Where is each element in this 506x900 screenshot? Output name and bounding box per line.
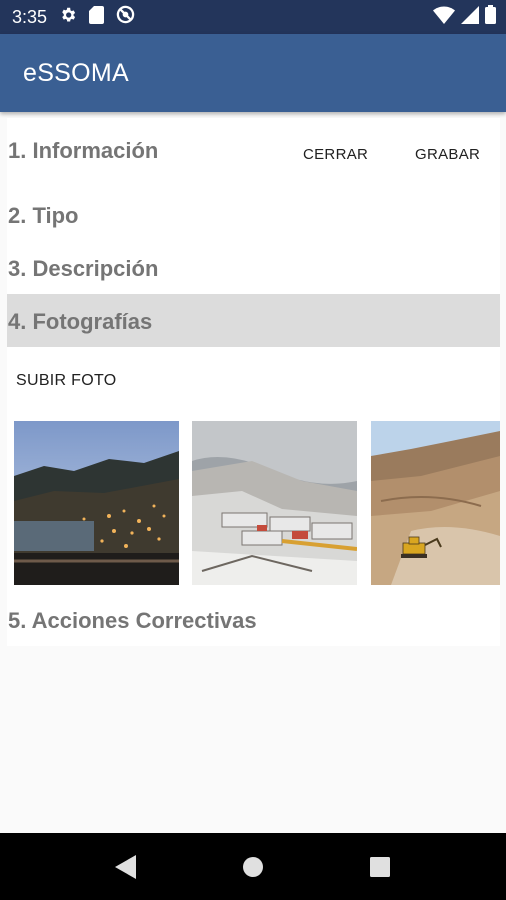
battery-icon [485, 5, 496, 29]
snowy-camp-photo[interactable] [192, 421, 357, 585]
status-bar: 3:35 [0, 0, 506, 34]
back-icon[interactable] [96, 833, 156, 900]
status-time: 3:35 [12, 6, 48, 27]
status-icons-left [59, 5, 135, 29]
step-tipo[interactable]: 2. Tipo [8, 203, 79, 229]
app-title: eSSOMA [23, 58, 129, 87]
signal-icon [461, 5, 479, 29]
nav-bar [0, 833, 506, 900]
quarry-excavator-photo[interactable] [371, 421, 500, 585]
form-card: 1. Información CERRAR GRABAR 2. Tipo 3. … [7, 118, 500, 646]
step-informacion[interactable]: 1. Información [8, 138, 158, 164]
step-acciones-correctivas[interactable]: 5. Acciones Correctivas [8, 608, 257, 634]
step-descripcion[interactable]: 3. Descripción [8, 256, 158, 282]
close-button[interactable]: CERRAR [303, 146, 368, 163]
mining-town-night-photo[interactable] [14, 421, 179, 585]
app-bar: eSSOMA [0, 34, 506, 112]
step-fotografias[interactable]: 4. Fotografías [8, 309, 152, 335]
recents-icon[interactable] [350, 833, 410, 900]
wifi-icon [433, 6, 455, 29]
sd-card-icon [89, 5, 105, 29]
upload-photo-button[interactable]: SUBIR FOTO [16, 372, 117, 390]
home-icon[interactable] [223, 833, 283, 900]
gear-icon [59, 6, 77, 29]
save-button[interactable]: GRABAR [415, 146, 480, 163]
no-sync-icon [116, 5, 135, 29]
status-icons-right [433, 0, 496, 34]
